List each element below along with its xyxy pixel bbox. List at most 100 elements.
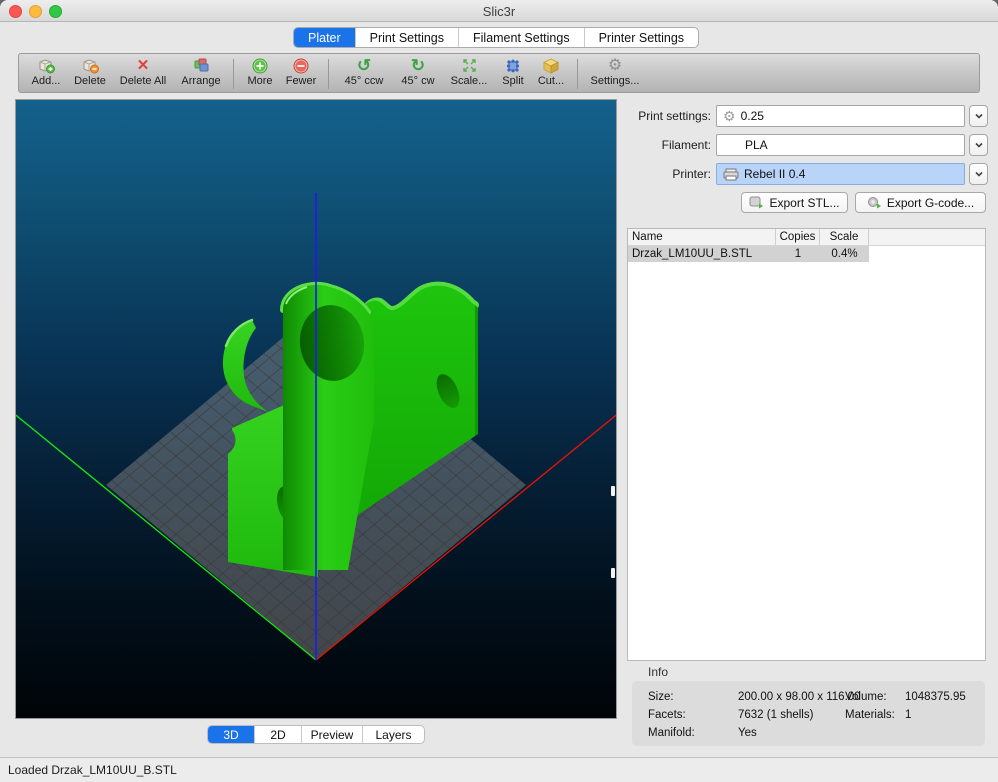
column-header-name[interactable]: Name [628, 229, 776, 245]
rotate-cw-icon: ↻ [411, 56, 425, 75]
split-dots-icon [505, 56, 521, 75]
materials-value: 1 [905, 707, 911, 723]
column-header-filler [869, 229, 985, 245]
chevron-down-icon [973, 110, 985, 122]
filament-dropdown-button[interactable] [969, 134, 988, 156]
toolbar-label: Fewer [286, 75, 317, 88]
fewer-copies-button[interactable]: Fewer [280, 56, 322, 92]
toolbar-label: 45° ccw [345, 75, 384, 88]
plus-circle-icon [252, 56, 268, 75]
printer-combo[interactable]: Rebel II 0.4 [716, 163, 965, 185]
rotate-cw-button[interactable]: ↻ 45° cw [393, 56, 443, 92]
view-tab-3d[interactable]: 3D [208, 726, 254, 743]
manifold-value: Yes [738, 725, 757, 741]
manifold-label: Manifold: [648, 725, 695, 741]
title-bar: Slic3r [0, 0, 998, 22]
column-header-copies[interactable]: Copies [776, 229, 820, 245]
status-bar: Loaded Drzak_LM10UU_B.STL [0, 757, 998, 782]
export-gcode-icon [867, 196, 882, 210]
tab-filament-settings[interactable]: Filament Settings [458, 28, 584, 47]
red-x-icon: ✕ [137, 56, 150, 75]
volume-label: Volume: [845, 689, 887, 705]
status-text: Loaded Drzak_LM10UU_B.STL [8, 763, 177, 777]
gear-icon: ⚙ [723, 109, 736, 123]
filament-value: PLA [723, 138, 768, 152]
export-stl-button[interactable]: Export STL... [741, 192, 848, 213]
object-list-header: Name Copies Scale [628, 229, 985, 246]
window-title: Slic3r [0, 4, 998, 19]
export-gcode-label: Export G-code... [887, 196, 974, 210]
facets-label: Facets: [648, 707, 686, 723]
toolbar-label: Add... [32, 75, 61, 88]
toolbar-label: Arrange [181, 75, 220, 88]
gear-icon: ⚙ [608, 56, 622, 75]
delete-button[interactable]: Delete [69, 56, 111, 92]
cell-name: Drzak_LM10UU_B.STL [628, 246, 776, 262]
cut-box-icon [542, 56, 560, 75]
model-drzak-lm10uu[interactable] [223, 285, 478, 577]
printer-icon [723, 168, 739, 181]
plater-toolbar: Add... Delete ✕ Delete All Arrange More [18, 53, 980, 93]
printer-dropdown-button[interactable] [969, 163, 988, 185]
tab-plater[interactable]: Plater [294, 28, 355, 47]
printer-label: Printer: [616, 163, 711, 185]
print-settings-dropdown-button[interactable] [969, 105, 988, 127]
app-window: Slic3r Plater Print Settings Filament Se… [0, 0, 998, 782]
more-copies-button[interactable]: More [240, 56, 280, 92]
toolbar-label: Settings... [591, 75, 640, 88]
toolbar-label: Cut... [538, 75, 564, 88]
view-tab-preview[interactable]: Preview [301, 726, 362, 743]
split-button[interactable]: Split [495, 56, 531, 92]
3d-viewport[interactable] [16, 100, 616, 718]
view-tab-2d[interactable]: 2D [254, 726, 301, 743]
cell-copies: 1 [776, 246, 820, 262]
info-group: Size: 200.00 x 98.00 x 116.00 Volume: 10… [632, 681, 985, 746]
print-settings-combo[interactable]: ⚙ 0.25 [716, 105, 965, 127]
scale-arrows-icon [462, 56, 477, 75]
cell-filler [869, 246, 985, 262]
splitter-handle[interactable] [611, 568, 615, 578]
print-settings-label: Print settings: [616, 105, 711, 127]
3d-scene [16, 100, 616, 718]
delete-box-icon [81, 56, 100, 75]
arrange-cubes-icon [192, 56, 210, 75]
view-mode-tabs: 3D 2D Preview Layers [207, 725, 425, 744]
arrange-button[interactable]: Arrange [175, 56, 227, 92]
add-button[interactable]: Add... [23, 56, 69, 92]
tab-printer-settings[interactable]: Printer Settings [584, 28, 698, 47]
main-tab-bar: Plater Print Settings Filament Settings … [293, 27, 699, 48]
filament-label: Filament: [616, 134, 711, 156]
rotate-ccw-button[interactable]: ↺ 45° ccw [335, 56, 393, 92]
cell-scale: 0.4% [820, 246, 869, 262]
size-label: Size: [648, 689, 674, 705]
scale-button[interactable]: Scale... [443, 56, 495, 92]
toolbar-label: Split [502, 75, 523, 88]
filament-combo[interactable]: PLA [716, 134, 965, 156]
export-stl-icon [749, 196, 764, 210]
splitter-handle[interactable] [611, 486, 615, 496]
export-gcode-button[interactable]: Export G-code... [855, 192, 986, 213]
object-settings-button[interactable]: ⚙ Settings... [584, 56, 646, 92]
printer-value: Rebel II 0.4 [744, 167, 805, 181]
volume-value: 1048375.95 [905, 689, 966, 705]
toolbar-label: Delete [74, 75, 106, 88]
info-group-title: Info [648, 665, 668, 679]
column-header-scale[interactable]: Scale [820, 229, 869, 245]
delete-all-button[interactable]: ✕ Delete All [111, 56, 175, 92]
toolbar-label: Scale... [451, 75, 488, 88]
cut-button[interactable]: Cut... [531, 56, 571, 92]
facets-value: 7632 (1 shells) [738, 707, 813, 723]
export-stl-label: Export STL... [769, 196, 839, 210]
print-settings-value: 0.25 [741, 109, 764, 123]
toolbar-separator [233, 59, 234, 89]
size-value: 200.00 x 98.00 x 116.00 [738, 689, 861, 705]
toolbar-label: Delete All [120, 75, 166, 88]
table-row[interactable]: Drzak_LM10UU_B.STL 1 0.4% [628, 246, 985, 262]
minus-circle-icon [293, 56, 309, 75]
chevron-down-icon [973, 168, 985, 180]
tab-print-settings[interactable]: Print Settings [355, 28, 458, 47]
view-tab-layers[interactable]: Layers [362, 726, 424, 743]
chevron-down-icon [973, 139, 985, 151]
rotate-ccw-icon: ↺ [357, 56, 371, 75]
add-box-icon [37, 56, 56, 75]
